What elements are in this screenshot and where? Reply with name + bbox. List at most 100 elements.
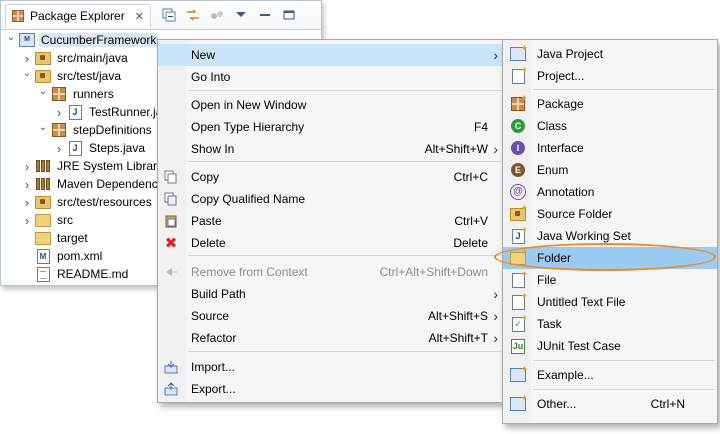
submenu-item-untitled-text-file[interactable]: ✦ Untitled Text File <box>503 291 717 313</box>
submenu-item-label: Class <box>537 119 568 133</box>
submenu-item-label: Package <box>537 97 584 111</box>
tree-item-label: runners <box>73 87 114 101</box>
collapsed-chevron-icon[interactable]: › <box>21 51 33 66</box>
submenu-item-label: Interface <box>537 141 584 155</box>
menu-item-copy[interactable]: Copy Ctrl+C <box>158 166 503 188</box>
collapsed-chevron-icon[interactable]: › <box>21 195 33 210</box>
tree-item-label: stepDefinitions <box>73 123 152 137</box>
menu-item-paste[interactable]: Paste Ctrl+V <box>158 210 503 232</box>
menu-item-source[interactable]: Source Alt+Shift+S › <box>158 305 503 327</box>
menu-item-import[interactable]: Import... <box>158 356 503 378</box>
collapsed-chevron-icon[interactable]: › <box>21 177 33 192</box>
menu-item-shortcut: Alt+Shift+T <box>428 331 488 345</box>
text-file-icon <box>35 266 51 282</box>
submenu-item-label: Java Working Set <box>537 229 631 243</box>
tree-item-label: src/test/java <box>57 69 122 83</box>
submenu-item-file[interactable]: ✦ File <box>503 269 717 291</box>
library-icon <box>35 158 51 174</box>
menu-item-shortcut: Ctrl+Alt+Shift+Down <box>379 265 488 279</box>
minimize-icon[interactable] <box>257 7 273 23</box>
new-source-folder-icon: ✦ <box>510 203 528 222</box>
submenu-item-task[interactable]: ✓ ✦ Task <box>503 313 717 335</box>
link-with-editor-icon[interactable] <box>185 7 201 23</box>
menu-item-label: Import... <box>191 360 236 374</box>
menu-item-label: Open Type Hierarchy <box>191 120 305 134</box>
menu-item-refactor[interactable]: Refactor Alt+Shift+T › <box>158 327 503 349</box>
collapse-all-icon[interactable] <box>161 7 177 23</box>
submenu-item-source-folder[interactable]: ✦ Source Folder <box>503 203 717 225</box>
menu-item-label: Delete <box>191 236 226 250</box>
menu-item-label: Show In <box>191 142 235 156</box>
expanded-chevron-icon[interactable]: ⌄ <box>37 86 49 97</box>
focus-task-icon[interactable] <box>209 7 225 23</box>
new-interface-icon: I <box>510 140 526 156</box>
tree-item-label: CucumberFramework <box>39 33 159 47</box>
menu-item-label: Source <box>191 309 230 323</box>
collapsed-chevron-icon[interactable]: › <box>53 105 65 120</box>
menu-item-new[interactable]: New › <box>158 44 503 66</box>
menu-item-open-type-hierarchy[interactable]: Open Type Hierarchy F4 <box>158 116 503 138</box>
close-icon[interactable]: ✕ <box>135 10 144 23</box>
menu-item-copy-qualified-name[interactable]: Copy Qualified Name <box>158 188 503 210</box>
copy-qualified-icon <box>163 191 179 207</box>
submenu-item-annotation[interactable]: @ Annotation <box>503 181 717 203</box>
new-example-icon: ✦ <box>510 364 528 383</box>
new-text-file-icon: ✦ <box>510 291 528 310</box>
submenu-item-junit-test-case[interactable]: Ju JUnit Test Case <box>503 335 717 357</box>
menu-item-label: Export... <box>191 382 236 396</box>
paste-icon <box>163 213 179 229</box>
submenu-item-class[interactable]: C Class <box>503 115 717 137</box>
menu-item-delete[interactable]: ✖ Delete Delete <box>158 232 503 254</box>
tab-package-explorer[interactable]: Package Explorer ✕ <box>5 4 151 27</box>
submenu-item-label: Task <box>537 317 562 331</box>
maximize-icon[interactable] <box>281 7 297 23</box>
collapsed-chevron-icon[interactable]: › <box>53 141 65 156</box>
menu-item-go-into[interactable]: Go Into <box>158 66 503 88</box>
context-menu: New › Go Into Open in New Window Open Type H… <box>157 39 504 403</box>
delete-icon: ✖ <box>164 235 178 252</box>
menu-item-export[interactable]: Export... <box>158 378 503 400</box>
view-menu-icon[interactable] <box>233 7 249 23</box>
new-submenu: ✦ Java Project ✦ Project... ✦ Package C Class I I… <box>502 39 718 424</box>
expanded-chevron-icon[interactable]: ⌄ <box>37 122 49 133</box>
submenu-item-example[interactable]: ✦ Example... <box>503 364 717 386</box>
new-file-icon: ✦ <box>510 269 528 288</box>
collapsed-chevron-icon[interactable]: › <box>21 213 33 228</box>
menu-item-show-in[interactable]: Show In Alt+Shift+W › <box>158 138 503 160</box>
collapsed-chevron-icon[interactable]: › <box>21 159 33 174</box>
export-icon <box>163 381 179 397</box>
source-folder-icon <box>35 68 51 84</box>
expanded-chevron-icon[interactable]: ⌄ <box>21 68 33 79</box>
menu-item-shortcut: Delete <box>453 236 488 250</box>
submenu-item-other[interactable]: ✦ Other... Ctrl+N <box>503 393 717 415</box>
submenu-item-interface[interactable]: I Interface <box>503 137 717 159</box>
submenu-item-label: Source Folder <box>537 207 613 221</box>
package-explorer-icon <box>10 8 26 24</box>
menu-item-build-path[interactable]: Build Path › <box>158 283 503 305</box>
tab-label: Package Explorer <box>30 9 125 23</box>
submenu-item-shortcut: Ctrl+N <box>650 397 685 411</box>
submenu-item-project[interactable]: ✦ Project... <box>503 65 717 87</box>
submenu-item-java-working-set[interactable]: J ✦ Java Working Set <box>503 225 717 247</box>
menu-item-open-in-new-window[interactable]: Open in New Window <box>158 94 503 116</box>
submenu-item-folder[interactable]: ✦ Folder <box>503 247 717 269</box>
submenu-item-label: File <box>537 273 557 287</box>
java-file-icon: J <box>67 140 83 156</box>
tree-item-label: src <box>57 213 73 227</box>
menu-item-shortcut: Ctrl+V <box>454 214 488 228</box>
submenu-item-label: Java Project <box>537 47 604 61</box>
menu-separator <box>533 389 715 390</box>
submenu-item-java-project[interactable]: ✦ Java Project <box>503 43 717 65</box>
source-folder-icon <box>35 50 51 66</box>
expanded-chevron-icon[interactable]: ⌄ <box>5 32 17 43</box>
submenu-arrow-icon: › <box>493 330 498 346</box>
source-folder-icon <box>35 194 51 210</box>
tree-item-label: Steps.java <box>89 141 146 155</box>
folder-icon <box>35 212 51 228</box>
submenu-item-enum[interactable]: E Enum <box>503 159 717 181</box>
new-project-icon: ✦ <box>510 65 528 84</box>
submenu-item-package[interactable]: ✦ Package <box>503 93 717 115</box>
new-class-icon: C <box>510 118 526 134</box>
menu-separator <box>188 90 501 91</box>
menu-item-label: Copy Qualified Name <box>191 192 306 206</box>
